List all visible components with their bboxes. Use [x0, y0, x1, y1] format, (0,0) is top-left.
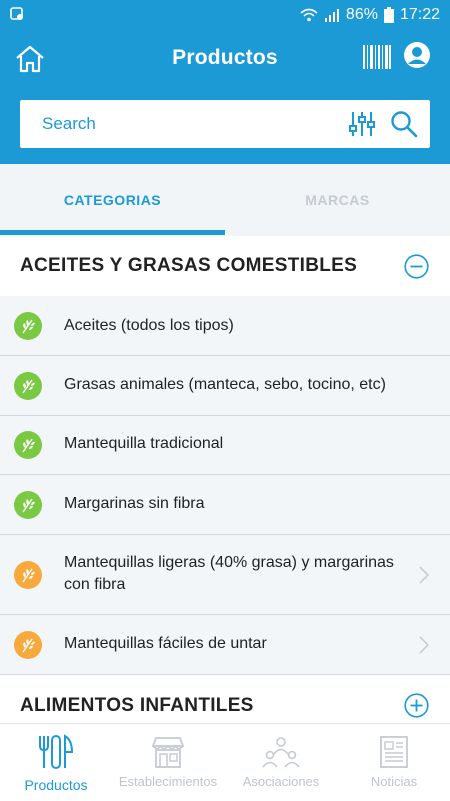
search-input[interactable]: Search — [42, 114, 96, 134]
section-title: ACEITES Y GRASAS COMESTIBLES — [20, 255, 358, 276]
expand-icon[interactable] — [404, 693, 429, 718]
screen-record-icon — [10, 7, 23, 20]
chevron-right-icon — [419, 636, 429, 654]
nav-establecimientos[interactable]: Establecimientos — [112, 724, 224, 801]
section-header-alimentos-infantiles[interactable]: ALIMENTOS INFANTILES — [0, 675, 450, 723]
nav-noticias[interactable]: Noticias — [338, 724, 450, 801]
leaf-icon — [14, 561, 42, 589]
nav-label: Noticias — [370, 774, 418, 789]
list-item-label: Mantequillas ligeras (40% grasa) y marga… — [64, 554, 394, 593]
nav-label: Establecimientos — [118, 774, 218, 789]
collapse-icon[interactable] — [404, 254, 429, 279]
tab-bar: CATEGORIAS MARCAS — [0, 164, 450, 235]
section-header-aceites[interactable]: ACEITES Y GRASAS COMESTIBLES — [0, 236, 450, 296]
list-item-label: Aceites (todos los tipos) — [64, 317, 234, 334]
section-title: ALIMENTOS INFANTILES — [20, 695, 254, 716]
search-icon[interactable] — [390, 110, 418, 138]
list-item[interactable]: Mantequilla tradicional — [0, 416, 450, 475]
tab-marcas[interactable]: MARCAS — [225, 164, 450, 235]
chevron-right-icon — [419, 566, 429, 584]
leaf-icon — [14, 631, 42, 659]
list-item-label: Mantequilla tradicional — [64, 435, 224, 452]
list-item-label: Mantequillas fáciles de untar — [64, 635, 267, 652]
list-item[interactable]: Mantequillas ligeras (40% grasa) y marga… — [0, 535, 450, 615]
battery-percent: 86% — [345, 6, 378, 23]
store-icon — [151, 737, 185, 768]
status-bar: 86% 17:22 — [0, 0, 450, 32]
bottom-navigation: Productos Establecimientos Asociaciones — [0, 723, 450, 801]
leaf-icon — [14, 491, 42, 519]
list-item[interactable]: Grasas animales (manteca, sebo, tocino, … — [0, 356, 450, 416]
tab-indicator — [0, 230, 225, 235]
leaf-icon — [14, 312, 42, 340]
battery-icon — [383, 7, 394, 23]
newspaper-icon — [380, 736, 408, 768]
fork-knife-icon — [39, 734, 74, 769]
nav-label: Asociaciones — [242, 774, 320, 789]
barcode-scan-icon[interactable] — [362, 43, 392, 71]
tab-categorias[interactable]: CATEGORIAS — [0, 164, 225, 235]
list-item[interactable]: Aceites (todos los tipos) — [0, 296, 450, 356]
leaf-icon — [14, 372, 42, 400]
clock: 17:22 — [399, 6, 440, 23]
app-header: Productos Search — [0, 32, 450, 164]
nav-productos[interactable]: Productos — [0, 724, 112, 801]
wifi-icon — [300, 8, 318, 22]
search-bar: Search — [20, 100, 430, 148]
leaf-icon — [14, 431, 42, 459]
list-item-label: Margarinas sin fibra — [64, 495, 205, 512]
list-item[interactable]: Mantequillas fáciles de untar — [0, 615, 450, 675]
nav-label: Productos — [24, 777, 88, 793]
list-item-label: Grasas animales (manteca, sebo, tocino, … — [64, 376, 386, 393]
list-item[interactable]: Margarinas sin fibra — [0, 475, 450, 535]
people-icon — [262, 737, 300, 768]
profile-icon[interactable] — [403, 41, 431, 69]
filter-icon[interactable] — [348, 110, 376, 138]
signal-icon — [324, 9, 339, 22]
nav-asociaciones[interactable]: Asociaciones — [225, 724, 337, 801]
